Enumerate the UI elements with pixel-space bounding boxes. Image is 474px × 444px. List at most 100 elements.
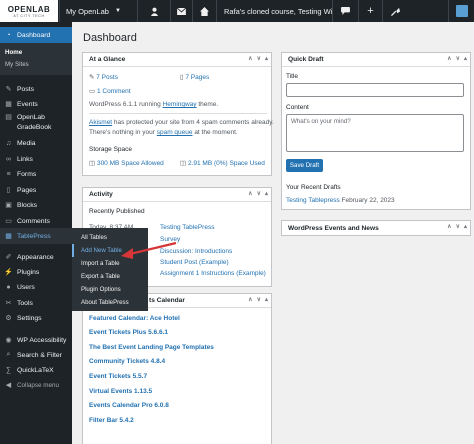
- move-down-icon[interactable]: ∨: [257, 190, 261, 197]
- dashboard-submenu: Home My Sites: [0, 43, 72, 75]
- theme-link[interactable]: Hemingway: [163, 101, 197, 108]
- home-icon[interactable]: [192, 0, 216, 22]
- save-draft-button[interactable]: Save Draft: [286, 159, 323, 172]
- space-used-link[interactable]: 2.91 MB (0%) Space Used: [188, 160, 265, 167]
- widget-title: WordPress Events and News: [288, 224, 379, 232]
- posts-count-link[interactable]: 7 Posts: [96, 74, 118, 81]
- openlab-logo[interactable]: OPENLAB AT CITY TECH: [0, 0, 58, 22]
- sidebar-item-plugins[interactable]: ⚡ Plugins: [0, 264, 72, 280]
- recent-draft-link[interactable]: Testing Tablepress: [286, 197, 340, 204]
- news-item-link[interactable]: Events Calendar Pro 6.0.8: [89, 402, 169, 409]
- wrench-icon: ✂: [5, 300, 12, 307]
- flyout-item-export-table[interactable]: Export a Table: [72, 270, 148, 283]
- recent-draft-date: February 22, 2023: [341, 197, 395, 204]
- quick-draft-widget: Quick Draft ∧ ∨ ▴ Title Content What's on …: [281, 52, 471, 210]
- submenu-item-my-sites[interactable]: My Sites: [0, 58, 72, 70]
- spam-text: There's nothing in your: [89, 129, 157, 136]
- comments-icon[interactable]: [332, 0, 358, 22]
- sidebar-item-events[interactable]: ▦ Events: [0, 96, 72, 112]
- news-item-link[interactable]: Filter Bar 5.4.2: [89, 417, 134, 424]
- sidebar-item-links[interactable]: ∞ Links: [0, 151, 72, 167]
- comments-count-link[interactable]: 1 Comment: [97, 88, 131, 95]
- mail-icon[interactable]: [170, 0, 192, 22]
- pages-count-link[interactable]: 7 Pages: [185, 74, 209, 81]
- sidebar-item-label: GradeBook: [17, 123, 52, 131]
- sidebar-item-search-filter[interactable]: ⌕ Search & Filter: [0, 347, 72, 363]
- activity-post-link[interactable]: Testing TablePress: [160, 224, 214, 231]
- news-item-link[interactable]: Event Tickets 5.5.7: [89, 373, 147, 380]
- draft-title-input[interactable]: [286, 83, 464, 97]
- sidebar-item-label: Tools: [17, 299, 33, 307]
- sidebar-item-gradebook-line[interactable]: GradeBook: [0, 121, 72, 133]
- move-down-icon[interactable]: ∨: [257, 55, 261, 62]
- sidebar-item-media[interactable]: ♫ Media: [0, 135, 72, 151]
- user-icon[interactable]: [137, 0, 170, 22]
- submenu-item-home[interactable]: Home: [0, 46, 72, 58]
- draft-content-textarea[interactable]: What's on your mind?: [286, 114, 464, 152]
- toggle-icon[interactable]: ▴: [464, 223, 467, 230]
- sidebar-item-wp-accessibility[interactable]: ◉ WP Accessibility: [0, 332, 72, 348]
- sidebar-item-tools[interactable]: ✂ Tools: [0, 295, 72, 311]
- move-down-icon[interactable]: ∨: [456, 55, 460, 62]
- space-allowed-link[interactable]: 300 MB Space Allowed: [97, 160, 164, 167]
- toggle-icon[interactable]: ▴: [464, 55, 467, 62]
- move-down-icon[interactable]: ∨: [257, 296, 261, 303]
- news-item-link[interactable]: Community Tickets 4.8.4: [89, 358, 165, 365]
- sidebar-item-pages[interactable]: ▯ Pages: [0, 182, 72, 198]
- sidebar-item-posts[interactable]: ✎ Posts: [0, 81, 72, 97]
- toggle-icon[interactable]: ▴: [265, 55, 268, 62]
- news-item-link[interactable]: Featured Calendar: Ace Hotel: [89, 315, 180, 322]
- sidebar-item-dashboard[interactable]: ◔ Dashboard: [0, 27, 72, 43]
- sidebar-item-forms[interactable]: ≡ Forms: [0, 166, 72, 182]
- move-up-icon[interactable]: ∧: [248, 296, 252, 303]
- widget-title: ts Calendar: [149, 297, 185, 304]
- sidebar-item-label: Settings: [17, 314, 42, 322]
- users-icon: ●: [6, 283, 11, 291]
- akismet-link[interactable]: Akismet: [89, 119, 112, 126]
- move-down-icon[interactable]: ∨: [456, 223, 460, 230]
- calendar-icon: ▦: [5, 101, 12, 108]
- recently-published-heading: Recently Published: [89, 208, 145, 215]
- news-item-link[interactable]: Virtual Events 1.13.5: [89, 388, 152, 395]
- avatar[interactable]: [448, 0, 474, 22]
- move-up-icon[interactable]: ∧: [447, 223, 451, 230]
- sidebar-item-quicklatex[interactable]: ∑ QuickLaTeX: [0, 362, 72, 378]
- my-openlab-menu[interactable]: My OpenLab ▼: [59, 0, 137, 22]
- widget-title: At a Glance: [89, 56, 126, 63]
- move-up-icon[interactable]: ∧: [248, 190, 252, 197]
- page-title: Dashboard: [83, 32, 137, 44]
- sidebar-item-label: Appearance: [17, 253, 54, 261]
- toggle-icon[interactable]: ▴: [265, 296, 268, 303]
- tool-icon[interactable]: [382, 0, 408, 22]
- activity-post-link[interactable]: Assignment 1 Instructions (Example): [160, 270, 266, 277]
- sidebar-item-settings[interactable]: ⚙ Settings: [0, 310, 72, 326]
- comment-icon: ▭: [89, 88, 97, 95]
- sidebar-item-appearance[interactable]: ✐ Appearance: [0, 249, 72, 265]
- move-up-icon[interactable]: ∧: [248, 55, 252, 62]
- comment-icon: ▭: [5, 218, 12, 225]
- news-item-link[interactable]: The Best Event Landing Page Templates: [89, 344, 214, 351]
- wp-events-news-widget: WordPress Events and News ∧ ∨ ▴: [281, 220, 471, 236]
- news-item-link[interactable]: Event Tickets Plus 5.6.6.1: [89, 329, 168, 336]
- settings-icon: ⚙: [5, 315, 12, 322]
- search-icon: ⌕: [6, 351, 11, 358]
- chevron-down-icon: ▼: [114, 8, 121, 14]
- toggle-icon[interactable]: ▴: [265, 190, 268, 197]
- move-up-icon[interactable]: ∧: [447, 55, 451, 62]
- flyout-item-plugin-options[interactable]: Plugin Options: [72, 283, 148, 296]
- flyout-item-about-tablepress[interactable]: About TablePress: [72, 296, 148, 309]
- sidebar-item-users[interactable]: ● Users: [0, 279, 72, 295]
- page-icon: ▯: [6, 187, 11, 194]
- sidebar-item-comments[interactable]: ▭ Comments: [0, 213, 72, 229]
- latex-icon: ∑: [6, 366, 11, 374]
- collapse-menu-button[interactable]: ◀ Collapse menu: [0, 377, 72, 393]
- sidebar-item-label: Posts: [17, 85, 34, 93]
- spam-queue-link[interactable]: spam queue: [157, 129, 193, 136]
- forms-icon: ≡: [6, 170, 11, 178]
- sidebar-item-label: WP Accessibility: [17, 336, 67, 344]
- sidebar-item-blocks[interactable]: ▣ Blocks: [0, 197, 72, 213]
- site-name-menu[interactable]: Rafa's cloned course, Testing Winter 2..…: [216, 0, 332, 22]
- sidebar-item-tablepress[interactable]: ▦ TablePress: [0, 228, 72, 244]
- plus-icon[interactable]: +: [358, 0, 382, 22]
- dashboard-icon: ◔: [6, 31, 11, 39]
